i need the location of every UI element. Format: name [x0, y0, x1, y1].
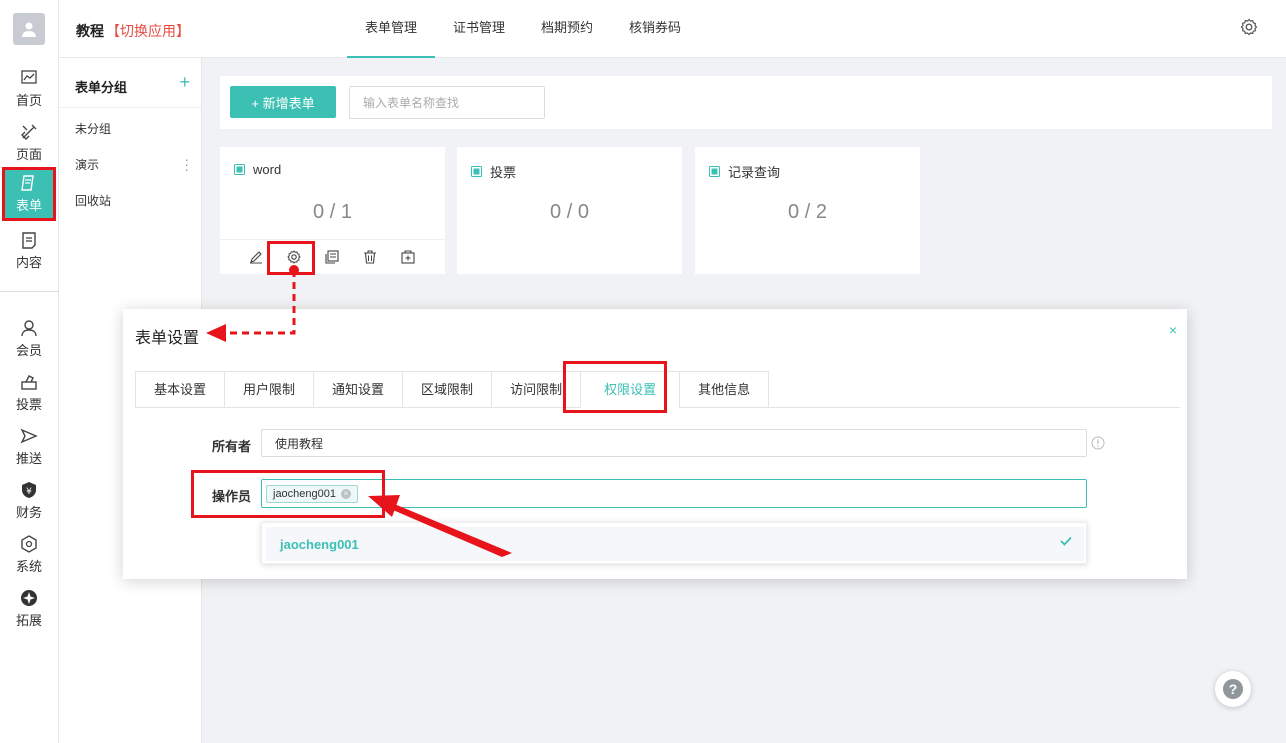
user-icon — [21, 320, 37, 337]
rail-divider — [0, 291, 59, 292]
tab-certificate-management[interactable]: 证书管理 — [435, 0, 523, 58]
tools-icon — [21, 124, 37, 140]
rail-item-extend[interactable]: 拓展 — [2, 584, 56, 634]
form-icon — [21, 175, 34, 191]
rail-label: 推送 — [15, 451, 42, 466]
top-nav: 表单管理 证书管理 档期预约 核销券码 — [347, 0, 699, 58]
close-icon[interactable]: × — [1169, 322, 1177, 338]
form-card-name: 投票 — [490, 165, 517, 180]
switch-app-link[interactable]: 【切换应用】 — [106, 23, 190, 39]
rail-label: 会员 — [15, 343, 42, 358]
group-panel-header: 表单分组 + — [59, 58, 202, 108]
tab-other-info[interactable]: 其他信息 — [679, 371, 770, 408]
rail-label: 拓展 — [15, 613, 42, 628]
rail-label: 首页 — [15, 93, 42, 108]
help-icon: ? — [1223, 679, 1243, 699]
tab-form-management[interactable]: 表单管理 — [347, 0, 436, 58]
form-settings-dialog: 表单设置 × 基本设置 用户限制 通知设置 区域限制 访问限制 权限设置 其他信… — [123, 309, 1187, 579]
app-brand: 教程 【切换应用】 — [76, 21, 190, 41]
highlight-settings-box — [267, 241, 315, 275]
group-item-demo[interactable]: 演示 — [75, 156, 99, 173]
form-doc-icon — [234, 164, 245, 175]
info-icon[interactable] — [1091, 436, 1105, 450]
tab-user-limits[interactable]: 用户限制 — [224, 371, 314, 408]
top-bar: 教程 【切换应用】 表单管理 证书管理 档期预约 核销券码 — [59, 0, 1286, 58]
rail-item-pages[interactable]: 页面 — [2, 118, 56, 168]
send-icon — [20, 428, 38, 444]
new-form-button[interactable]: + 新增表单 — [230, 86, 336, 118]
form-card-record-query[interactable]: 记录查询 0 / 2 — [695, 147, 920, 274]
avatar[interactable] — [13, 13, 45, 45]
group-panel-title: 表单分组 — [75, 80, 128, 95]
user-avatar-icon — [22, 22, 36, 37]
form-card-word[interactable]: word 0 / 1 — [220, 147, 445, 275]
svg-text:¥: ¥ — [26, 487, 32, 497]
dialog-title: 表单设置 — [135, 330, 200, 347]
tab-basic-settings[interactable]: 基本设置 — [135, 371, 225, 408]
app-name: 教程 — [76, 23, 104, 39]
add-group-button[interactable]: + — [179, 72, 190, 92]
rail-item-vote[interactable]: 投票 — [2, 368, 56, 418]
tab-notification-settings[interactable]: 通知设置 — [313, 371, 403, 408]
tab-coupon-redeem[interactable]: 核销券码 — [611, 0, 699, 58]
owner-label: 所有者 — [212, 439, 252, 454]
group-item-recycle-bin[interactable]: 回收站 — [75, 192, 111, 209]
form-card-count: 0 / 2 — [788, 201, 827, 223]
chart-icon — [21, 70, 37, 84]
delete-icon[interactable] — [363, 250, 377, 264]
dropdown-option[interactable]: jaocheng001 — [266, 527, 1084, 561]
rail-item-finance[interactable]: ¥ 财务 — [2, 476, 56, 526]
rail-label: 财务 — [15, 505, 42, 520]
form-card-name: 记录查询 — [728, 165, 781, 180]
vote-icon — [21, 375, 37, 390]
rail-label: 系统 — [15, 559, 42, 574]
rail-item-members[interactable]: 会员 — [2, 314, 56, 364]
tab-region-limits[interactable]: 区域限制 — [402, 371, 492, 408]
rail-label: 内容 — [15, 255, 42, 270]
owner-field[interactable]: 使用教程 — [261, 429, 1087, 457]
dropdown-option-label: jaocheng001 — [280, 536, 359, 552]
extend-icon — [21, 590, 37, 606]
form-card-vote[interactable]: 投票 0 / 0 — [457, 147, 682, 274]
form-card-title: 投票 — [471, 162, 516, 181]
operator-dropdown: jaocheng001 — [261, 522, 1087, 564]
edit-icon[interactable] — [249, 250, 263, 264]
group-more-icon[interactable]: · · · — [184, 152, 189, 176]
tab-schedule-booking[interactable]: 档期预约 — [523, 0, 611, 58]
rail-item-content[interactable]: 内容 — [2, 226, 56, 276]
form-card-actions — [220, 239, 445, 275]
add-to-group-icon[interactable] — [401, 250, 415, 264]
form-card-title: word — [234, 162, 281, 177]
rail-item-system[interactable]: 系统 — [2, 530, 56, 580]
rail-item-forms[interactable]: 表单 — [2, 167, 56, 221]
form-toolbar: + 新增表单 输入表单名称查找 — [220, 76, 1272, 129]
check-icon — [1060, 536, 1072, 546]
finance-icon: ¥ — [22, 482, 36, 498]
group-item-ungrouped[interactable]: 未分组 — [75, 120, 111, 137]
rail-label: 投票 — [15, 397, 42, 412]
left-rail: 首页 页面 表单 内容 会员 投票 推送 ¥ 财务 系统 拓展 — [0, 0, 59, 743]
rail-item-push[interactable]: 推送 — [2, 422, 56, 472]
highlight-permission-tab-box — [563, 361, 667, 413]
form-card-count: 0 / 0 — [550, 201, 589, 223]
rail-label: 表单 — [15, 198, 42, 213]
form-card-count: 0 / 1 — [313, 201, 352, 223]
form-card-name: word — [253, 162, 282, 177]
help-button[interactable]: ? — [1215, 671, 1251, 707]
form-card-title: 记录查询 — [709, 162, 780, 181]
settings-gear-icon[interactable] — [1240, 18, 1258, 36]
form-doc-icon — [709, 166, 720, 177]
rail-label: 页面 — [15, 147, 42, 162]
form-search-input[interactable]: 输入表单名称查找 — [349, 86, 545, 119]
system-icon — [21, 535, 37, 553]
highlight-operator-box — [191, 470, 385, 518]
document-icon — [22, 232, 36, 249]
copy-icon[interactable] — [325, 250, 339, 264]
rail-item-home[interactable]: 首页 — [2, 64, 56, 114]
form-doc-icon — [471, 166, 482, 177]
